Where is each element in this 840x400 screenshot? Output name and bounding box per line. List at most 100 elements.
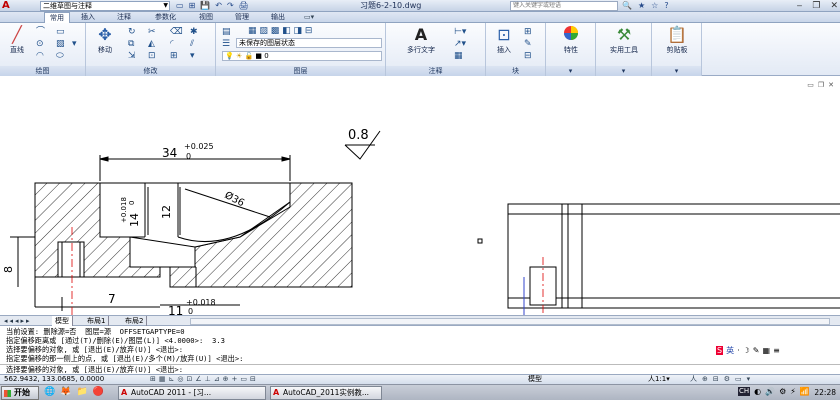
start-button[interactable]: 开始 xyxy=(1,386,39,400)
drawing-minimize-icon[interactable]: ▭ xyxy=(807,81,814,89)
favorites-icon[interactable]: ☆ xyxy=(651,0,658,12)
otrack-icon[interactable]: ⊥ xyxy=(205,375,211,384)
workspace-switch-icon[interactable]: ⊕ xyxy=(702,375,708,384)
minimize-icon[interactable]: ‒ xyxy=(797,0,803,12)
layer-panel-title[interactable]: 图层 xyxy=(216,66,385,76)
tab-model[interactable]: 模型 xyxy=(52,316,73,326)
utilities-panel-dropdown[interactable]: ▾ xyxy=(596,66,651,76)
polyline-icon[interactable]: ⌒ xyxy=(36,27,45,37)
app-icon[interactable]: 🔴 xyxy=(93,387,104,397)
stretch-icon[interactable]: ⇲ xyxy=(128,51,136,61)
layer-properties-icon[interactable]: ▤ xyxy=(222,27,231,37)
taskbar-tutorial-window[interactable]: AutoCAD_2011实例教... xyxy=(270,386,382,400)
tab-output[interactable]: 输出 xyxy=(266,12,290,23)
application-menu-button[interactable]: A xyxy=(2,0,26,12)
layer-state-combo[interactable]: 未保存的图层状态 xyxy=(236,38,382,48)
drawing-canvas[interactable]: ▭ ❐ ✕ 34 +0.025 0 0.8 14 +0.018 0 12 Ø36… xyxy=(0,77,840,315)
subscription-icon[interactable]: ★ xyxy=(638,0,645,12)
ime-keyboard-icon[interactable]: ▦ xyxy=(763,346,771,355)
utilities-button[interactable]: ⚒ 实用工具 xyxy=(598,25,650,55)
layout-nav-arrows[interactable]: ◂◂◂▸▸ xyxy=(4,316,32,326)
language-indicator[interactable]: CH xyxy=(738,387,751,396)
rectangle-icon[interactable]: ▭ xyxy=(56,27,65,37)
volume-icon[interactable]: 🔊 xyxy=(765,387,775,396)
system-clock[interactable]: 22:28 xyxy=(814,385,836,400)
layer-combo[interactable]: 💡 ☀ 🔓 ■ 0 xyxy=(222,51,382,61)
model-space-button[interactable]: 模型 xyxy=(528,375,542,384)
drawing-restore-icon[interactable]: ❐ xyxy=(818,81,824,89)
lwt-icon[interactable]: + xyxy=(232,375,238,384)
circle-icon[interactable]: ⊙ xyxy=(36,39,44,49)
array-icon[interactable]: ⊞ xyxy=(170,51,178,61)
osnap-icon[interactable]: ⊡ xyxy=(186,375,192,384)
tab-manage[interactable]: 管理 xyxy=(230,12,254,23)
block-attr-icon[interactable]: ⊟ xyxy=(524,51,532,61)
layer-tools-icons[interactable]: ▦ ▨ ▩ ◧ ◨ ⊟ xyxy=(248,26,312,36)
tab-parametric[interactable]: 参数化 xyxy=(150,12,181,23)
insert-button[interactable]: ⊡ 插入 xyxy=(488,25,520,55)
ime-lang[interactable]: 英 xyxy=(726,346,734,355)
command-input[interactable]: 选择要偏移的对象, 或 [退出(E)/放弃(U)] <退出>: xyxy=(0,364,840,374)
search-input[interactable]: 键入关键字或短语 xyxy=(510,1,618,11)
help-icon[interactable]: ? xyxy=(664,0,668,12)
clean-screen-icon[interactable]: ▭ xyxy=(735,375,742,384)
properties-panel-dropdown[interactable]: ▾ xyxy=(546,66,595,76)
grid-icon[interactable]: ▦ xyxy=(159,375,166,384)
clipboard-panel-dropdown[interactable]: ▾ xyxy=(652,66,701,76)
horizontal-scrollbar[interactable] xyxy=(190,318,830,325)
new-icon[interactable]: ▭ xyxy=(176,0,184,12)
create-block-icon[interactable]: ⊞ xyxy=(524,27,532,37)
annotation-visibility-icon[interactable]: 人 xyxy=(690,375,697,384)
tray-app-icon[interactable]: ◐ xyxy=(754,387,761,396)
power-icon[interactable]: ⚡ xyxy=(790,387,796,396)
firefox-icon[interactable]: 🦊 xyxy=(60,387,71,397)
polar-icon[interactable]: ◎ xyxy=(177,375,183,384)
clipboard-button[interactable]: 📋 剪贴板 xyxy=(654,25,700,55)
tab-home[interactable]: 常用 xyxy=(44,12,70,23)
layer-state-icon[interactable]: ☰ xyxy=(222,39,230,49)
open-icon[interactable]: ⊞ xyxy=(189,0,196,12)
toolbar-lock-icon[interactable]: ⊟ xyxy=(713,375,719,384)
ortho-icon[interactable]: ⊾ xyxy=(169,375,175,384)
modify-panel-title[interactable]: 修改 xyxy=(86,66,215,76)
trim-icon[interactable]: ✂ xyxy=(148,27,156,37)
draw-more-icon[interactable]: ▾ xyxy=(72,39,77,49)
taskbar-autocad-window[interactable]: AutoCAD 2011 - [习... xyxy=(118,386,266,400)
annotation-panel-title[interactable]: 注释 xyxy=(386,66,485,76)
redo-icon[interactable]: ↷ xyxy=(227,0,234,12)
tray-settings-icon[interactable]: ⚙ xyxy=(779,387,786,396)
edit-block-icon[interactable]: ✎ xyxy=(524,39,532,49)
qp-icon[interactable]: ⊟ xyxy=(250,375,256,384)
modify-more-icon[interactable]: ▾ xyxy=(190,51,195,61)
tab-annotate[interactable]: 注释 xyxy=(112,12,136,23)
ie-icon[interactable]: 🌐 xyxy=(44,387,55,397)
leader-icon[interactable]: ↗▾ xyxy=(454,39,466,49)
dyn-icon[interactable]: ⊕ xyxy=(223,375,229,384)
arc-icon[interactable]: ◠ xyxy=(36,51,44,61)
ducs-icon[interactable]: ⊿ xyxy=(214,375,220,384)
explode-icon[interactable]: ✱ xyxy=(190,27,198,37)
tab-layout1[interactable]: 布局1 xyxy=(84,316,110,326)
tpy-icon[interactable]: ▭ xyxy=(240,375,247,384)
status-menu-icon[interactable]: ▾ xyxy=(747,375,751,384)
tab-layout2[interactable]: 布局2 xyxy=(122,316,148,326)
snap-icon[interactable]: ⊞ xyxy=(150,375,156,384)
draw-panel-title[interactable]: 绘图 xyxy=(0,66,85,76)
settings-icon[interactable]: ⚙ xyxy=(724,375,730,384)
block-panel-title[interactable]: 块 xyxy=(486,66,545,76)
search-icon[interactable]: 🔍 xyxy=(622,0,632,12)
sogou-icon[interactable]: S xyxy=(716,346,724,355)
properties-button[interactable]: 特性 xyxy=(548,25,594,55)
copy-icon[interactable]: ⧉ xyxy=(128,39,134,49)
ime-punct-icon[interactable]: · xyxy=(737,346,740,355)
tab-view[interactable]: 视图 xyxy=(194,12,218,23)
ribbon-minimize-icon[interactable]: ▭▾ xyxy=(304,12,314,23)
offset-icon[interactable]: ⫽ xyxy=(190,39,194,49)
fillet-icon[interactable]: ◜ xyxy=(170,39,174,49)
plot-icon[interactable]: 🖨 xyxy=(239,0,249,12)
ime-moon-icon[interactable]: ☽ xyxy=(743,346,750,355)
mirror-icon[interactable]: ◭ xyxy=(148,39,155,49)
close-icon[interactable]: ✕ xyxy=(830,0,838,12)
annotation-scale[interactable]: 人1:1▾ xyxy=(648,375,670,384)
hatch-icon[interactable]: ▧ xyxy=(56,39,65,49)
